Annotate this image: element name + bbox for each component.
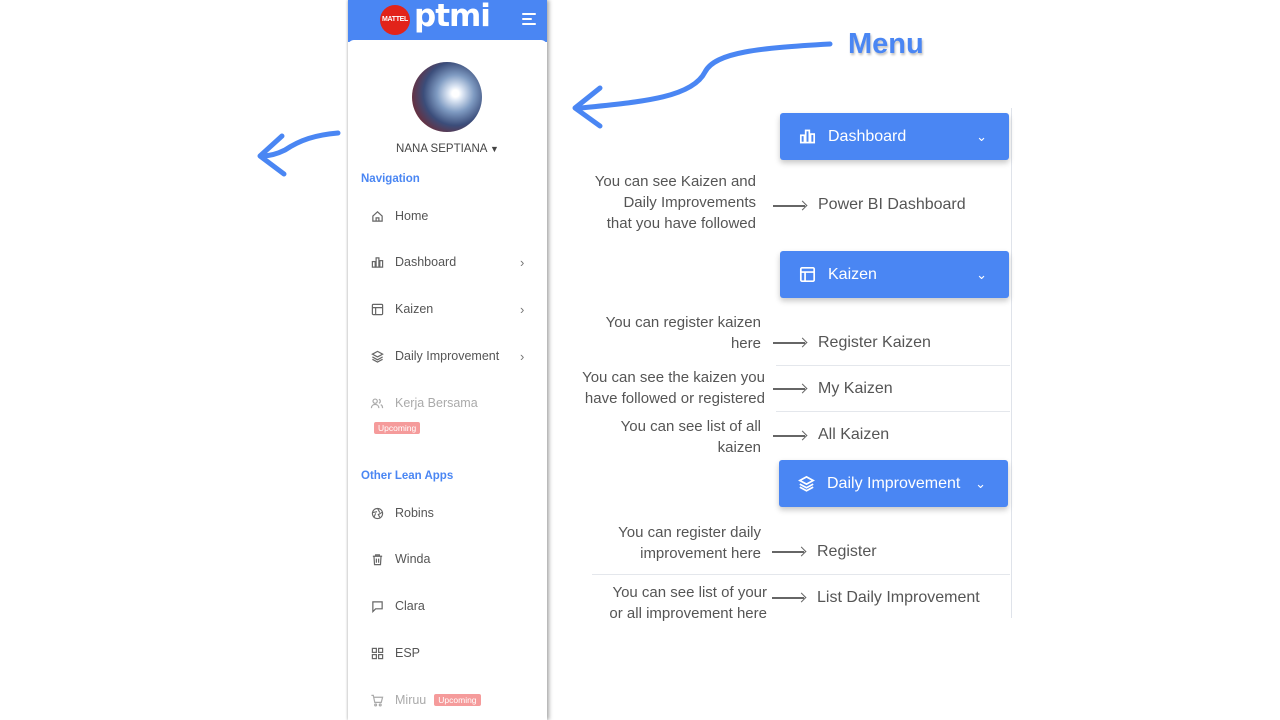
home-icon	[370, 209, 384, 223]
description-line: or all improvement here	[609, 605, 767, 622]
description-line: that you have followed	[606, 215, 756, 232]
pointer-arrow	[773, 205, 805, 207]
description-line: You can see list of your	[612, 584, 767, 601]
description-line: You can see the kaizen you	[582, 369, 765, 386]
sidebar-item-kerja-bersama[interactable]: Kerja Bersama	[370, 391, 530, 415]
chevron-right-icon: ›	[520, 301, 525, 317]
daily-improvement-menu-button[interactable]: Daily Improvement ⌄	[779, 460, 1008, 507]
menu-button-label: Dashboard	[828, 127, 907, 145]
pointer-arrow	[773, 342, 805, 344]
sidebar-item-label: Kaizen	[395, 302, 434, 316]
description-line: here	[730, 335, 761, 352]
bar-chart-icon	[798, 128, 816, 146]
aperture-icon	[370, 506, 384, 520]
pointer-arrow	[772, 597, 804, 599]
row-divider	[592, 574, 1010, 575]
layout-icon	[370, 302, 384, 316]
description-line: You can register daily	[618, 524, 761, 541]
menu-button-label: Kaizen	[828, 265, 877, 283]
sidebar-item-esp[interactable]: ESP	[370, 641, 530, 665]
mattel-logo: MATTEL	[380, 5, 410, 35]
chevron-down-icon: ⌄	[976, 128, 987, 144]
sidebar-item-kaizen[interactable]: Kaizen ›	[370, 297, 530, 321]
description-line: You can see list of all	[620, 418, 761, 435]
sidebar-item-label: Home	[395, 209, 429, 223]
bar-chart-icon	[370, 255, 384, 269]
power-bi-dashboard-link[interactable]: Power BI Dashboard	[818, 196, 966, 214]
caret-down-icon: ▼	[490, 144, 499, 154]
sidebar-item-home[interactable]: Home	[370, 204, 530, 228]
row-divider	[776, 411, 1010, 412]
menu-button-label: Daily Improvement	[827, 474, 961, 492]
description-line: You can see Kaizen and	[594, 173, 756, 190]
sidebar-item-label: Clara	[395, 599, 425, 613]
sidebar-item-label: ESP	[395, 646, 421, 660]
all-kaizen-link[interactable]: All Kaizen	[818, 426, 889, 444]
register-daily-link[interactable]: Register	[817, 543, 877, 561]
layers-icon	[797, 475, 815, 493]
pointer-arrow	[773, 435, 805, 437]
sidebar-callout-arrowhead	[257, 133, 287, 177]
list-daily-description: You can see list of your or all improvem…	[560, 582, 767, 624]
sidebar-item-daily-improvement[interactable]: Daily Improvement ›	[370, 344, 530, 368]
dashboard-menu-button[interactable]: Dashboard ⌄	[780, 113, 1009, 160]
trash-icon	[370, 552, 384, 566]
sidebar-item-label: Robins	[395, 506, 434, 520]
sidebar-item-winda[interactable]: Winda	[370, 547, 530, 571]
description-line: You can register kaizen	[605, 314, 761, 331]
users-icon	[370, 396, 384, 410]
mobile-sidebar-screenshot: MATTEL ptmi NANA SEPTIANA ▼ Navigation H…	[348, 0, 547, 720]
menu-toggle-icon[interactable]	[522, 13, 538, 27]
pointer-arrow	[773, 388, 805, 390]
description-line: kaizen	[717, 439, 761, 456]
sidebar-item-label: Winda	[395, 552, 431, 566]
register-kaizen-link[interactable]: Register Kaizen	[818, 334, 931, 352]
description-line: have followed or registered	[584, 390, 765, 407]
upcoming-badge: Upcoming	[374, 422, 421, 434]
menu-callout-arrow	[577, 41, 833, 111]
sidebar-item-label: Kerja Bersama	[395, 396, 478, 410]
ptmi-logo: ptmi	[414, 0, 491, 34]
shopping-cart-icon	[370, 693, 384, 707]
all-kaizen-description: You can see list of all kaizen	[560, 416, 761, 458]
other-apps-section-title: Other Lean Apps	[361, 470, 454, 482]
chevron-down-icon: ⌄	[976, 266, 987, 282]
description-line: Daily Improvements	[623, 194, 756, 211]
sidebar-item-dashboard[interactable]: Dashboard ›	[370, 250, 530, 274]
layers-icon	[370, 349, 384, 363]
description-line: improvement here	[640, 545, 761, 562]
app-header: MATTEL ptmi	[348, 0, 547, 42]
my-kaizen-link[interactable]: My Kaizen	[818, 380, 893, 398]
sidebar-panel: NANA SEPTIANA ▼ Navigation Home Dashboar…	[348, 40, 547, 720]
upcoming-badge: Upcoming	[434, 694, 481, 706]
menu-heading: Menu	[848, 28, 924, 60]
register-daily-description: You can register daily improvement here	[560, 522, 761, 564]
grid-icon	[370, 646, 384, 660]
register-kaizen-description: You can register kaizen here	[560, 312, 761, 354]
sidebar-callout-arrow	[259, 130, 341, 159]
chevron-right-icon: ›	[520, 348, 525, 364]
sidebar-item-label: Daily Improvement	[395, 349, 500, 363]
navigation-section-title: Navigation	[361, 173, 420, 185]
divider	[1011, 108, 1012, 618]
avatar[interactable]	[412, 62, 482, 132]
sidebar-item-miruu[interactable]: Miruu Upcoming	[370, 688, 530, 712]
message-square-icon	[370, 599, 384, 613]
chevron-right-icon: ›	[520, 254, 525, 270]
my-kaizen-description: You can see the kaizen you have followed…	[550, 367, 765, 409]
chevron-down-icon: ⌄	[975, 475, 986, 491]
dashboard-description: You can see Kaizen and Daily Improvement…	[560, 171, 756, 234]
sidebar-item-clara[interactable]: Clara	[370, 594, 530, 618]
menu-callout-arrowhead	[572, 85, 603, 129]
pointer-arrow	[772, 551, 804, 553]
kaizen-menu-button[interactable]: Kaizen ⌄	[780, 251, 1009, 298]
sidebar-item-robins[interactable]: Robins	[370, 501, 530, 525]
list-daily-improvement-link[interactable]: List Daily Improvement	[817, 589, 980, 607]
user-name: NANA SEPTIANA	[396, 143, 487, 155]
sidebar-item-label: Dashboard	[395, 255, 457, 269]
layout-icon	[798, 266, 816, 284]
user-menu[interactable]: NANA SEPTIANA ▼	[348, 143, 547, 155]
sidebar-item-label: Miruu	[395, 693, 427, 707]
row-divider	[776, 365, 1010, 366]
